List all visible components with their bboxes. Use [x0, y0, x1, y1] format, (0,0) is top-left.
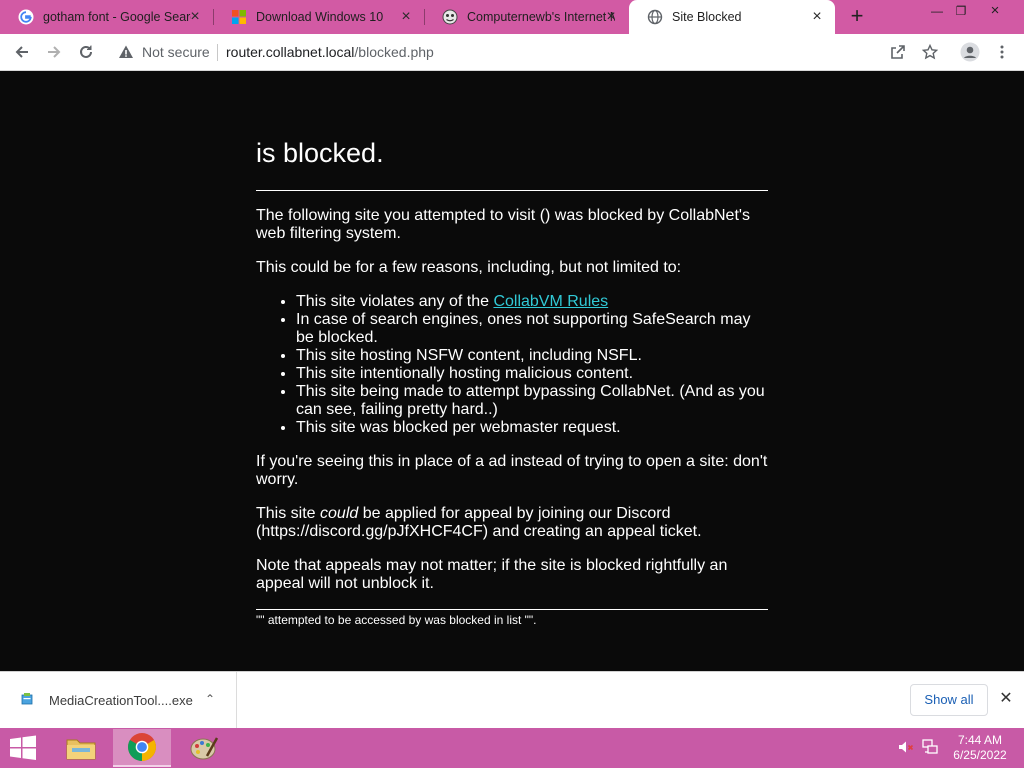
tab-download-windows[interactable]: Download Windows 10 × — [213, 0, 425, 34]
appeal-prefix: This site — [256, 505, 321, 522]
taskbar-chrome[interactable] — [113, 729, 171, 767]
tab-close-icon[interactable]: × — [187, 9, 203, 25]
list-item: This site was blocked per webmaster requ… — [296, 419, 768, 437]
taskbar-file-explorer[interactable] — [52, 729, 110, 767]
reload-button[interactable] — [72, 38, 100, 66]
list-item: This site being made to attempt bypassin… — [296, 383, 768, 419]
star-icon — [922, 44, 938, 60]
tab-title: Download Windows 10 — [256, 10, 384, 24]
download-bar: MediaCreationTool....exe ⌃ Show all ✕ — [0, 671, 1024, 728]
tab-google-search[interactable]: gotham font - Google Search × — [0, 0, 214, 34]
tab-close-icon[interactable]: × — [398, 9, 414, 25]
forward-arrow-icon — [48, 46, 61, 58]
paint-palette-icon — [190, 737, 219, 760]
network-icon[interactable] — [921, 738, 939, 756]
browser-toolbar: Not secure router.collabnet.local/blocke… — [0, 34, 1024, 71]
reason-text: This site violates any of the — [296, 293, 494, 310]
heading-divider — [256, 190, 768, 191]
tab-computernewb[interactable]: Computernewb's Internet Machine × — [424, 0, 629, 34]
profile-button[interactable] — [956, 38, 984, 66]
clock-date: 6/25/2022 — [953, 748, 1007, 762]
google-icon — [18, 9, 34, 25]
kebab-menu-icon — [1000, 45, 1004, 59]
tab-title: Computernewb's Internet Machine — [467, 10, 615, 24]
tab-strip: gotham font - Google Search × Download W… — [0, 0, 1024, 34]
tab-title: Site Blocked — [672, 10, 742, 24]
page-content: is blocked. The following site you attem… — [0, 71, 1024, 671]
list-item: This site intentionally hosting maliciou… — [296, 365, 768, 383]
windows-logo-icon — [232, 10, 246, 24]
tab-site-blocked[interactable]: Site Blocked × — [629, 0, 835, 34]
omnibox-divider — [217, 44, 218, 61]
profile-avatar-icon — [960, 42, 980, 62]
new-tab-button[interactable]: + — [845, 4, 869, 30]
url-host: router.collabnet.local — [226, 44, 355, 60]
tab-title: gotham font - Google Search — [43, 10, 191, 24]
folder-icon — [66, 739, 96, 760]
ad-note: If you're seeing this in place of a ad i… — [256, 453, 768, 488]
url-path: /blocked.php — [354, 44, 434, 60]
collabvm-rules-link[interactable]: CollabVM Rules — [493, 293, 608, 310]
back-button[interactable] — [8, 38, 36, 66]
warning-icon[interactable] — [118, 44, 134, 60]
page-heading: is blocked. — [256, 138, 384, 168]
download-item[interactable]: MediaCreationTool....exe ⌃ — [0, 672, 237, 728]
appeal-note: Note that appeals may not matter; if the… — [256, 557, 728, 592]
clock-time: 7:44 AM — [957, 733, 1003, 747]
menu-button[interactable] — [988, 38, 1016, 66]
computernewb-icon — [442, 9, 458, 25]
installer-file-icon — [21, 693, 33, 705]
reasons-list: This site violates any of the CollabVM R… — [256, 293, 768, 437]
footer-divider — [256, 609, 768, 610]
speaker-muted-icon[interactable] — [897, 738, 915, 756]
intro-paragraph: The following site you attempted to visi… — [256, 207, 750, 242]
appeal-emphasis: could — [320, 505, 359, 522]
forward-button[interactable] — [40, 38, 68, 66]
back-arrow-icon — [15, 46, 28, 58]
download-filename: MediaCreationTool....exe — [49, 693, 193, 708]
blocked-page: is blocked. The following site you attem… — [256, 71, 768, 627]
security-label[interactable]: Not secure — [142, 44, 210, 60]
list-item: This site violates any of the CollabVM R… — [296, 293, 768, 311]
footer-text: "" attempted to be accessed by was block… — [256, 613, 537, 627]
appeal-paragraph: This site could be applied for appeal by… — [256, 505, 768, 541]
address-bar[interactable]: Not secure router.collabnet.local/blocke… — [110, 37, 950, 67]
system-clock[interactable]: 7:44 AM 6/25/2022 — [950, 733, 1010, 763]
bookmark-button[interactable] — [916, 38, 944, 66]
tab-close-icon[interactable]: × — [603, 9, 619, 25]
close-window-button[interactable]: × — [980, 0, 1010, 22]
globe-icon — [647, 9, 663, 25]
list-item: This site hosting NSFW content, includin… — [296, 347, 768, 365]
taskbar: 7:44 AM 6/25/2022 — [0, 728, 1024, 768]
restore-button[interactable]: ❐ — [946, 0, 976, 22]
share-icon — [891, 45, 905, 59]
chrome-icon — [128, 733, 156, 761]
close-download-bar-icon[interactable]: ✕ — [997, 690, 1015, 708]
chevron-up-icon[interactable]: ⌃ — [205, 692, 215, 706]
show-all-button[interactable]: Show all — [910, 684, 988, 716]
list-item: In case of search engines, ones not supp… — [296, 311, 768, 347]
taskbar-paint[interactable] — [175, 729, 233, 767]
reasons-intro: This could be for a few reasons, includi… — [256, 259, 682, 276]
share-button[interactable] — [884, 38, 912, 66]
reload-icon — [80, 45, 92, 58]
windows-start-icon[interactable] — [6, 734, 40, 762]
url-text[interactable]: router.collabnet.local/blocked.php — [226, 44, 434, 60]
tab-close-icon[interactable]: × — [809, 9, 825, 25]
